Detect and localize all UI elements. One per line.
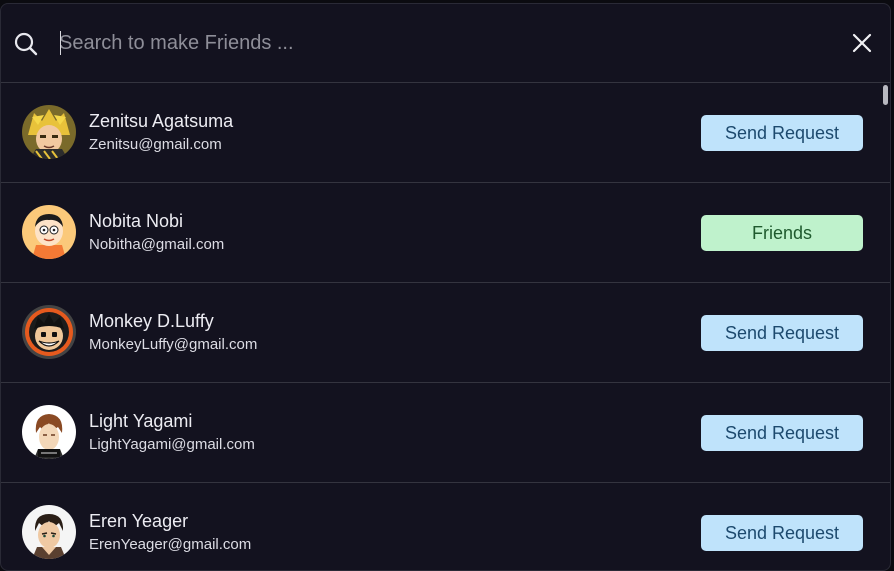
send-request-button[interactable]: Send Request <box>701 115 863 151</box>
send-request-button[interactable]: Send Request <box>701 315 863 351</box>
search-bar <box>1 4 890 83</box>
send-request-button[interactable]: Send Request <box>701 415 863 451</box>
search-icon <box>13 31 39 57</box>
list-item: Monkey D.Luffy MonkeyLuffy@gmail.com Sen… <box>1 283 890 383</box>
user-email: Nobitha@gmail.com <box>89 236 225 253</box>
user-email: ErenYeager@gmail.com <box>89 536 252 553</box>
text-cursor <box>60 31 61 55</box>
user-email: MonkeyLuffy@gmail.com <box>89 336 258 353</box>
user-name: Nobita Nobi <box>89 211 184 231</box>
user-email: Zenitsu@gmail.com <box>89 136 222 153</box>
close-button[interactable] <box>848 29 876 57</box>
avatar <box>22 405 76 459</box>
close-icon <box>852 33 872 53</box>
search-input[interactable] <box>59 26 759 60</box>
user-name: Monkey D.Luffy <box>89 311 214 331</box>
list-item: Zenitsu Agatsuma Zenitsu@gmail.com Send … <box>1 83 890 183</box>
avatar <box>22 505 76 559</box>
avatar <box>22 105 76 159</box>
list-item: Eren Yeager ErenYeager@gmail.com Send Re… <box>1 483 890 570</box>
send-request-button[interactable]: Send Request <box>701 515 863 551</box>
avatar <box>22 305 76 359</box>
user-name: Zenitsu Agatsuma <box>89 111 234 131</box>
list-item: Nobita Nobi Nobitha@gmail.com Friends <box>1 183 890 283</box>
friends-button[interactable]: Friends <box>701 215 863 251</box>
user-name: Eren Yeager <box>89 511 189 531</box>
user-email: LightYagami@gmail.com <box>89 436 255 453</box>
results-list: Zenitsu Agatsuma Zenitsu@gmail.com Send … <box>1 83 890 570</box>
user-name: Light Yagami <box>89 411 193 431</box>
scrollbar[interactable] <box>883 85 888 105</box>
list-item: Light Yagami LightYagami@gmail.com Send … <box>1 383 890 483</box>
avatar <box>22 205 76 259</box>
friend-search-modal: Zenitsu Agatsuma Zenitsu@gmail.com Send … <box>0 3 891 571</box>
